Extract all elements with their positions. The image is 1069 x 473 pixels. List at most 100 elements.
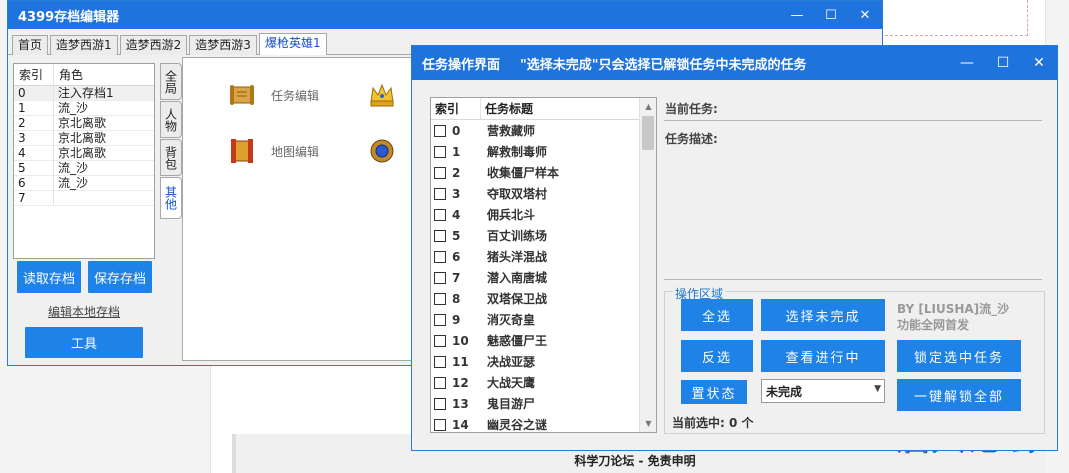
task-index-cell: 12 — [431, 376, 481, 390]
select-incomplete-button[interactable]: 选择未完成 — [761, 299, 885, 331]
close-icon[interactable]: ✕ — [1021, 46, 1057, 80]
vtab-backpack[interactable]: 背包 — [160, 139, 182, 176]
task-row[interactable]: 7 潜入南唐城 — [431, 267, 656, 288]
task-index-cell: 11 — [431, 355, 481, 369]
task-title: 百丈训练场 — [487, 229, 548, 243]
set-status-button[interactable]: 置状态 — [681, 380, 747, 404]
maximize-icon[interactable]: ☐ — [814, 1, 848, 29]
tab-baoqiang1[interactable]: 爆枪英雄1 — [258, 33, 327, 55]
cell-role: 流_沙 — [58, 101, 89, 115]
maximize-icon[interactable]: ☐ — [985, 46, 1021, 80]
table-row[interactable]: 5 流_沙 — [14, 161, 154, 176]
task-row[interactable]: 1 解救制毒师 — [431, 141, 656, 162]
task-index: 8 — [452, 291, 461, 306]
task-row[interactable]: 2 收集僵尸样本 — [431, 162, 656, 183]
table-row[interactable]: 0 注入存档1 — [14, 86, 154, 101]
task-list[interactable]: 索引 任务标题 0 营救藏师 1 解救制毒师 2 收集僵尸样本 3 夺取双塔村 4 佣兵北斗 5 百丈… — [430, 97, 657, 433]
edit-local-save-link[interactable]: 编辑本地存档 — [26, 303, 142, 320]
task-checkbox[interactable] — [434, 397, 446, 410]
lock-selected-button[interactable]: 锁定选中任务 — [897, 340, 1021, 372]
task-titlebar[interactable]: 任务操作界面 "选择未完成"只会选择已解锁任务中未完成的任务 — ☐ ✕ — [412, 46, 1057, 80]
editor-titlebar[interactable]: 4399存档编辑器 — ☐ ✕ — [8, 1, 882, 29]
cell-role: 流_沙 — [58, 176, 89, 190]
table-row[interactable]: 6 流_沙 — [14, 176, 154, 191]
task-row[interactable]: 9 消灭奇皇 — [431, 309, 656, 330]
task-index: 11 — [452, 354, 469, 369]
map-edit-tool[interactable]: 地图编辑 — [227, 136, 319, 166]
task-row[interactable]: 14 幽灵谷之谜 — [431, 414, 656, 432]
vtab-global[interactable]: 全局 — [160, 63, 182, 100]
task-index: 7 — [452, 270, 461, 285]
task-checkbox[interactable] — [434, 313, 446, 326]
task-row[interactable]: 10 魅惑僵尸王 — [431, 330, 656, 351]
tools-button[interactable]: 工具 — [25, 327, 143, 358]
table-row[interactable]: 1 流_沙 — [14, 101, 154, 116]
crown-icon — [367, 80, 397, 110]
task-rows: 0 营救藏师 1 解救制毒师 2 收集僵尸样本 3 夺取双塔村 4 佣兵北斗 5 百丈训练场 6 猪头洋混… — [431, 120, 656, 432]
task-checkbox[interactable] — [434, 229, 446, 242]
task-row[interactable]: 11 决战亚瑟 — [431, 351, 656, 372]
task-row[interactable]: 13 鬼目游尸 — [431, 393, 656, 414]
scroll-up-icon[interactable]: ▲ — [640, 98, 656, 115]
task-checkbox[interactable] — [434, 208, 446, 221]
task-title: 解救制毒师 — [487, 145, 548, 159]
minimize-icon[interactable]: — — [780, 1, 814, 29]
read-save-button[interactable]: 读取存档 — [17, 261, 81, 293]
task-checkbox[interactable] — [434, 418, 446, 431]
task-checkbox[interactable] — [434, 292, 446, 305]
task-title: 营救藏师 — [487, 124, 536, 138]
scroll-down-icon[interactable]: ▼ — [640, 415, 656, 432]
task-row[interactable]: 3 夺取双塔村 — [431, 183, 656, 204]
invert-selection-button[interactable]: 反选 — [681, 340, 753, 372]
task-checkbox[interactable] — [434, 145, 446, 158]
task-row[interactable]: 0 营救藏师 — [431, 120, 656, 141]
task-checkbox[interactable] — [434, 271, 446, 284]
task-checkbox[interactable] — [434, 334, 446, 347]
task-row[interactable]: 4 佣兵北斗 — [431, 204, 656, 225]
task-checkbox[interactable] — [434, 376, 446, 389]
tab-zaomeng2[interactable]: 造梦西游2 — [119, 35, 188, 55]
task-title: 猪头洋混战 — [487, 250, 548, 264]
task-checkbox[interactable] — [434, 355, 446, 368]
save-save-button[interactable]: 保存存档 — [88, 261, 152, 293]
cell-index: 1 — [14, 101, 54, 115]
close-icon[interactable]: ✕ — [848, 1, 882, 29]
status-select[interactable]: 未完成 ▼ — [761, 379, 885, 403]
tab-home[interactable]: 首页 — [12, 35, 49, 55]
table-row[interactable]: 7 — [14, 191, 154, 206]
vtab-character[interactable]: 人物 — [160, 101, 182, 138]
footer-disclaimer-link[interactable]: 科学刀论坛 - 免责申明 — [530, 452, 740, 469]
scroll-thumb[interactable] — [642, 116, 654, 150]
task-checkbox[interactable] — [434, 124, 446, 137]
cell-index: 6 — [14, 176, 54, 190]
task-row[interactable]: 5 百丈训练场 — [431, 225, 656, 246]
task-list-scrollbar[interactable]: ▲ ▼ — [639, 98, 656, 432]
cell-index: 7 — [14, 191, 54, 205]
tab-zaomeng1[interactable]: 造梦西游1 — [50, 35, 118, 55]
table-row[interactable]: 3 京北离歌 — [14, 131, 154, 146]
cell-role: 流_沙 — [58, 161, 89, 175]
task-checkbox[interactable] — [434, 250, 446, 263]
task-row[interactable]: 8 双塔保卫战 — [431, 288, 656, 309]
task-window-subtitle: "选择未完成"只会选择已解锁任务中未完成的任务 — [520, 57, 807, 73]
view-in-progress-button[interactable]: 查看进行中 — [761, 340, 885, 372]
task-edit-tool[interactable]: 任务编辑 — [227, 80, 319, 110]
task-row[interactable]: 12 大战天鹰 — [431, 372, 656, 393]
current-selected-count: 当前选中: 0 个 — [672, 416, 754, 430]
tab-zaomeng3[interactable]: 造梦西游3 — [189, 35, 257, 55]
save-slot-table[interactable]: 索引 角色 0 注入存档1 1 流_沙 2 京北离歌 3 京北离歌 4 京北离歌 5 流_沙… — [13, 63, 155, 259]
dashed-box — [880, 0, 1028, 36]
select-all-button[interactable]: 全选 — [681, 299, 753, 331]
task-checkbox[interactable] — [434, 187, 446, 200]
task-index: 3 — [452, 186, 461, 201]
task-row[interactable]: 6 猪头洋混战 — [431, 246, 656, 267]
cell-role — [54, 191, 58, 205]
minimize-icon[interactable]: — — [949, 46, 985, 80]
task-checkbox[interactable] — [434, 166, 446, 179]
map-edit-label: 地图编辑 — [271, 144, 320, 159]
task-index-cell: 13 — [431, 397, 481, 411]
unlock-all-button[interactable]: 一键解锁全部 — [897, 379, 1021, 411]
table-row[interactable]: 2 京北离歌 — [14, 116, 154, 131]
vtab-other[interactable]: 其他 — [160, 177, 182, 219]
table-row[interactable]: 4 京北离歌 — [14, 146, 154, 161]
